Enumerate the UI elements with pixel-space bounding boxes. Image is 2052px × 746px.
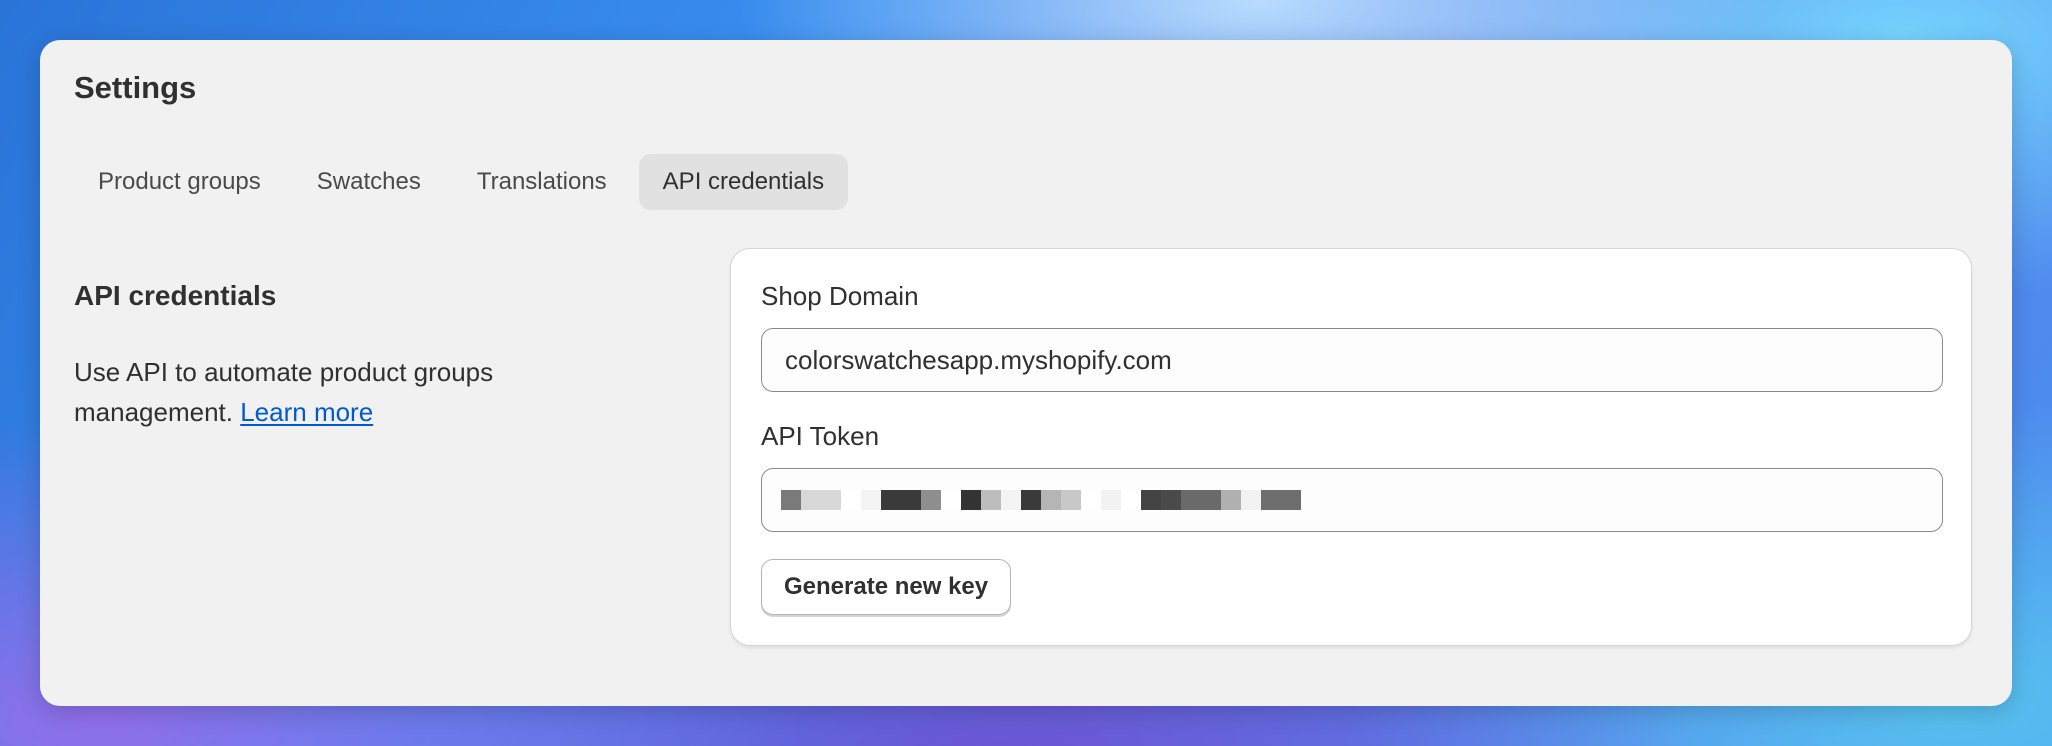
tab-swatches[interactable]: Swatches bbox=[293, 154, 445, 210]
settings-window: Settings Product groups Swatches Transla… bbox=[40, 40, 2012, 706]
tab-product-groups[interactable]: Product groups bbox=[74, 154, 285, 210]
token-pixel bbox=[781, 490, 801, 510]
token-pixel bbox=[1121, 490, 1141, 510]
token-pixel bbox=[1261, 490, 1281, 510]
token-pixel bbox=[1221, 490, 1241, 510]
tab-api-credentials[interactable]: API credentials bbox=[638, 154, 849, 210]
token-pixel bbox=[1061, 490, 1081, 510]
token-pixel bbox=[921, 490, 941, 510]
learn-more-link[interactable]: Learn more bbox=[240, 397, 373, 427]
token-pixel bbox=[1161, 490, 1181, 510]
token-pixel bbox=[1181, 490, 1201, 510]
token-pixel bbox=[861, 490, 881, 510]
section-description: Use API to automate product groups manag… bbox=[74, 352, 554, 432]
token-pixel bbox=[881, 490, 901, 510]
tab-translations[interactable]: Translations bbox=[453, 154, 631, 210]
token-pixel bbox=[1201, 490, 1221, 510]
section-title: API credentials bbox=[74, 280, 277, 311]
token-pixel bbox=[1081, 490, 1101, 510]
api-token-label: API Token bbox=[761, 421, 880, 451]
shop-domain-field[interactable]: colorswatchesapp.myshopify.com bbox=[761, 328, 1943, 392]
token-pixel bbox=[1021, 490, 1041, 510]
token-pixel bbox=[841, 490, 861, 510]
token-pixel bbox=[1241, 490, 1261, 510]
token-pixel bbox=[961, 490, 981, 510]
settings-tabs: Product groups Swatches Translations API… bbox=[74, 154, 849, 210]
token-pixel bbox=[1041, 490, 1061, 510]
token-pixel bbox=[941, 490, 961, 510]
generate-new-key-button[interactable]: Generate new key bbox=[761, 559, 1012, 615]
shop-domain-label: Shop Domain bbox=[761, 281, 919, 311]
token-pixel bbox=[1001, 490, 1021, 510]
token-pixel bbox=[901, 490, 921, 510]
api-token-pixelated-value bbox=[781, 490, 1301, 510]
token-pixel bbox=[981, 490, 1001, 510]
token-pixel bbox=[821, 490, 841, 510]
api-credentials-card: Shop Domain colorswatchesapp.myshopify.c… bbox=[730, 248, 1972, 646]
api-token-field[interactable] bbox=[761, 468, 1943, 532]
token-pixel bbox=[801, 490, 821, 510]
token-pixel bbox=[1101, 490, 1121, 510]
token-pixel bbox=[1281, 490, 1301, 510]
token-pixel bbox=[1141, 490, 1161, 510]
page-title: Settings bbox=[74, 70, 197, 105]
